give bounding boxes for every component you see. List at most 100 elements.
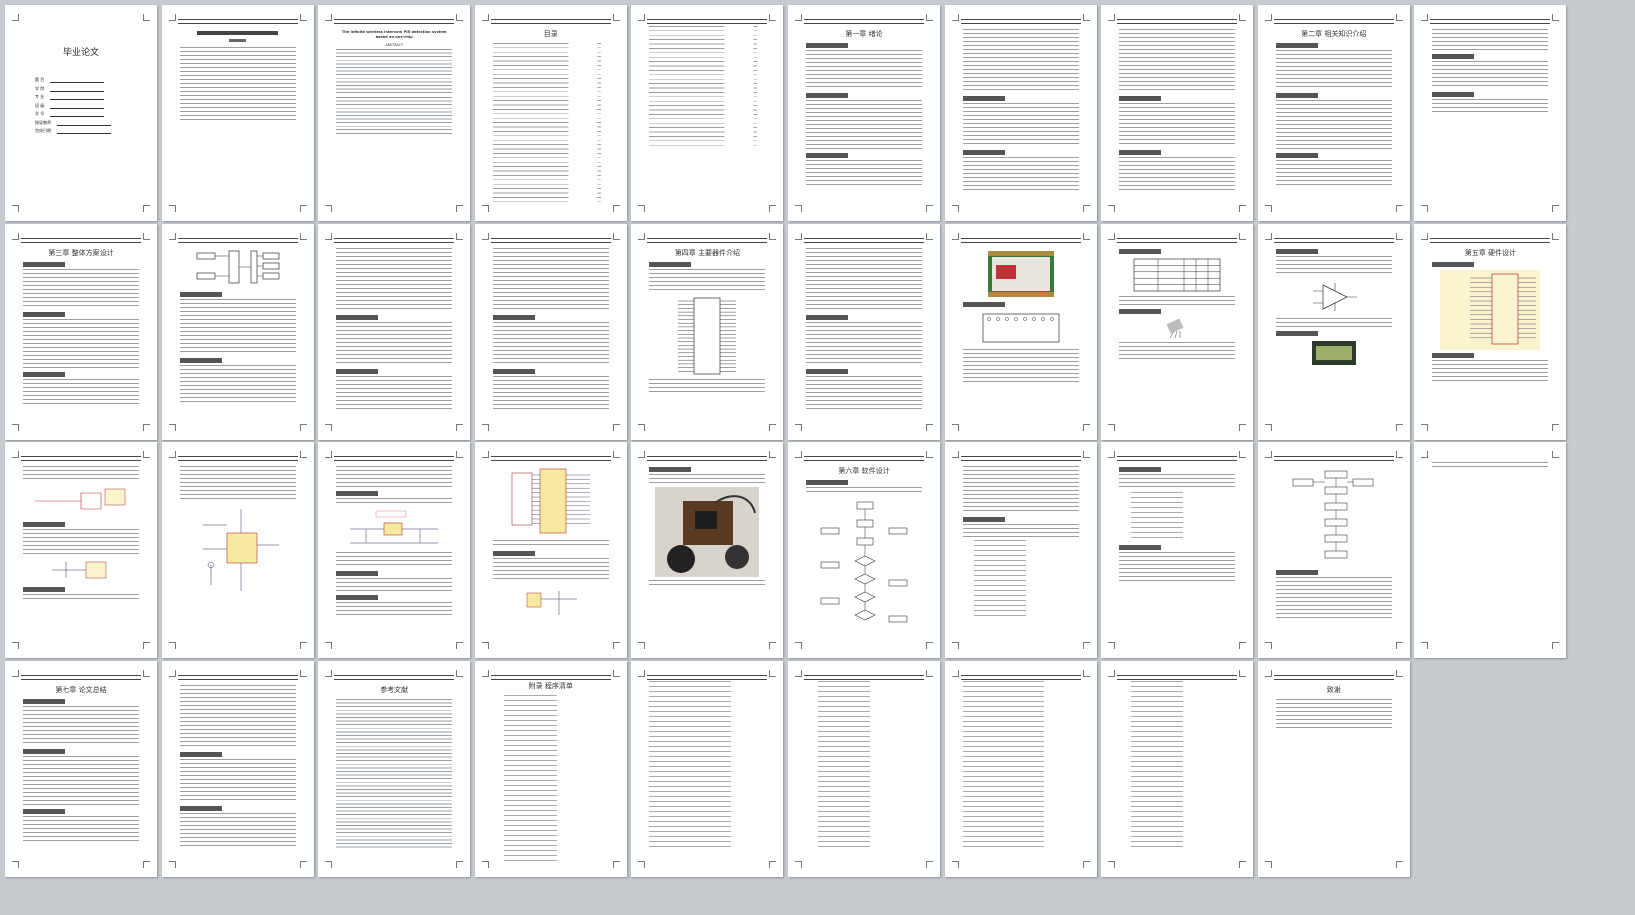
mcu-schematic — [506, 467, 596, 537]
document-page[interactable] — [944, 223, 1097, 440]
page-header-rule — [960, 456, 1081, 461]
document-page[interactable] — [631, 5, 784, 221]
document-page[interactable] — [318, 442, 471, 658]
crop-mark — [1264, 232, 1272, 240]
power-schematic — [346, 509, 442, 549]
english-abstract-heading: ABSTRACT — [385, 43, 404, 47]
page-body — [179, 27, 296, 123]
page-body: 第六章 软件设计 — [806, 464, 922, 631]
section-heading — [1432, 54, 1475, 59]
document-page[interactable] — [1101, 5, 1254, 221]
document-page[interactable] — [944, 660, 1097, 877]
document-page[interactable] — [474, 442, 627, 658]
document-page[interactable] — [318, 223, 471, 440]
crop-mark — [143, 14, 150, 21]
section-heading — [336, 491, 379, 496]
abstract-author — [229, 39, 246, 42]
crop-mark — [481, 423, 489, 431]
page-body — [649, 679, 766, 853]
page-body — [962, 27, 1079, 195]
document-page[interactable] — [5, 442, 157, 658]
document-page[interactable] — [631, 660, 784, 877]
cover-field-underline — [57, 129, 111, 134]
document-page[interactable] — [161, 223, 314, 440]
document-page[interactable] — [1414, 5, 1567, 221]
english-title: The infinite wireless intercom PIR detec… — [341, 30, 447, 39]
crop-mark — [325, 669, 333, 677]
document-page[interactable] — [1414, 442, 1567, 658]
crop-mark — [926, 14, 933, 21]
section-heading — [179, 291, 222, 297]
document-page[interactable]: 第六章 软件设计 — [788, 442, 940, 658]
crop-mark — [325, 14, 333, 21]
page-body — [806, 679, 922, 853]
document-page[interactable]: 毕业论文题 目学 院专 业班 级学 号指导教师 完成日期 — [5, 5, 157, 221]
page-header-rule — [1273, 674, 1394, 680]
chapter-heading: 目录 — [543, 30, 558, 38]
chapter-heading: 附录 程序清单 — [528, 681, 573, 690]
crop-mark — [1082, 642, 1090, 649]
document-page[interactable]: 附录 程序清单 — [474, 660, 627, 877]
section-heading — [1119, 545, 1162, 550]
crop-mark — [1082, 451, 1090, 458]
document-page[interactable] — [161, 442, 314, 658]
document-page[interactable]: 第五章 硬件设计 — [1414, 223, 1567, 440]
document-page[interactable] — [1101, 442, 1254, 658]
crop-mark — [1421, 205, 1429, 212]
page-header-rule — [21, 456, 141, 461]
document-page[interactable]: 第三章 整体方案设计 — [5, 223, 157, 440]
document-page[interactable]: 致谢 — [1257, 660, 1410, 877]
crop-mark — [769, 642, 777, 649]
text-block — [1275, 317, 1392, 328]
document-page[interactable] — [788, 223, 940, 440]
crop-mark — [951, 205, 959, 212]
text-block — [649, 474, 766, 484]
section-heading — [23, 371, 65, 377]
document-page[interactable]: 参考文献 — [318, 660, 471, 877]
text-block — [179, 47, 296, 85]
crop-mark — [926, 860, 933, 868]
section-heading — [962, 517, 1005, 522]
crop-mark — [1264, 642, 1272, 649]
text-block — [962, 348, 1079, 385]
document-page[interactable] — [1101, 223, 1254, 440]
crop-mark — [143, 232, 150, 240]
document-page[interactable] — [944, 5, 1097, 221]
document-page[interactable]: 第七章 论文总结 — [5, 660, 157, 877]
document-page[interactable] — [1257, 442, 1410, 658]
document-page[interactable]: 第一章 绪论 — [788, 5, 940, 221]
document-page[interactable] — [474, 223, 627, 440]
crop-mark — [299, 642, 307, 649]
text-block — [806, 487, 922, 495]
text-block — [492, 321, 609, 366]
document-page[interactable] — [788, 660, 940, 877]
text-block — [806, 321, 922, 366]
crop-mark — [1395, 14, 1403, 21]
crop-mark — [1082, 232, 1090, 240]
crop-mark — [795, 669, 802, 677]
cover-field: 学 号 — [35, 111, 105, 117]
section-heading — [23, 698, 65, 704]
cover-field-underline — [50, 95, 105, 100]
document-page[interactable] — [631, 442, 784, 658]
text-block — [806, 375, 922, 412]
document-page[interactable] — [161, 660, 314, 877]
crop-mark — [926, 451, 933, 458]
text-block — [336, 49, 453, 95]
crop-mark — [612, 423, 620, 431]
document-page[interactable] — [1101, 660, 1254, 877]
crop-mark — [795, 642, 802, 649]
document-page[interactable] — [161, 5, 314, 221]
crop-mark — [456, 205, 464, 212]
document-page[interactable]: 目录 — [474, 5, 627, 221]
document-page[interactable]: The infinite wireless intercom PIR detec… — [318, 5, 471, 221]
document-page[interactable] — [1257, 223, 1410, 440]
text-block — [492, 558, 609, 582]
page-header-rule — [804, 19, 924, 24]
text-block — [1275, 160, 1392, 188]
code-lines — [504, 694, 557, 865]
document-page[interactable] — [944, 442, 1097, 658]
crop-mark — [951, 423, 959, 431]
document-page[interactable]: 第四章 主要器件介绍 — [631, 223, 784, 440]
document-page[interactable]: 第二章 相关知识介绍 — [1257, 5, 1410, 221]
